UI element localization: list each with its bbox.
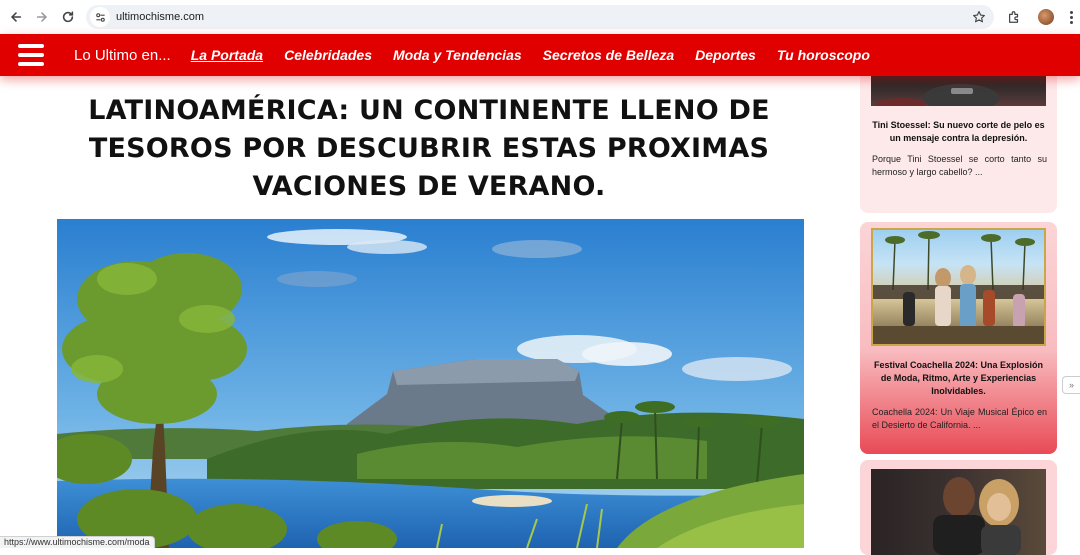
article-title: LATINOAMÉRICA: UN CONTINENTE LLENO DE TE… (88, 95, 770, 202)
hamburger-icon[interactable] (18, 44, 44, 66)
browser-toolbar: ultimochisme.com (0, 0, 1080, 34)
site-brand[interactable]: Lo Ultimo en... (74, 47, 171, 64)
forward-arrow-icon[interactable] (29, 4, 55, 30)
nav-celebridades[interactable]: Celebridades (284, 47, 372, 63)
sidebar-card[interactable]: Tini Stoessel: Su nuevo corte de pelo es… (860, 60, 1057, 213)
nav-la-portada[interactable]: La Portada (191, 47, 263, 63)
nav-deportes[interactable]: Deportes (695, 47, 756, 63)
article-hero-image (57, 219, 804, 548)
card-title[interactable]: Festival Coachella 2024: Una Explosión d… (870, 359, 1047, 398)
kebab-menu-icon[interactable] (1062, 5, 1080, 29)
reload-icon[interactable] (55, 4, 81, 30)
card-description: Porque Tini Stoessel se corto tanto su h… (872, 154, 1047, 177)
star-icon[interactable] (972, 10, 986, 24)
nav-secretos-belleza[interactable]: Secretos de Belleza (543, 47, 675, 63)
sidebar-card[interactable]: Festival Coachella 2024: Una Explosión d… (860, 222, 1057, 454)
card-image[interactable] (871, 228, 1046, 346)
nav-moda-tendencias[interactable]: Moda y Tendencias (393, 47, 522, 63)
card-image[interactable] (871, 469, 1046, 555)
card-description: Coachella 2024: Un Viaje Musical Épico e… (872, 407, 1047, 430)
address-bar[interactable]: ultimochisme.com (86, 5, 994, 29)
back-arrow-icon[interactable] (3, 4, 29, 30)
url-text[interactable]: ultimochisme.com (116, 11, 204, 23)
main-nav: La Portada Celebridades Moda y Tendencia… (191, 47, 891, 63)
status-bar-link: https://www.ultimochisme.com/moda (0, 536, 155, 548)
card-title[interactable]: Tini Stoessel: Su nuevo corte de pelo es… (870, 119, 1047, 145)
profile-avatar[interactable] (1038, 9, 1054, 25)
puzzle-icon[interactable] (1002, 5, 1026, 29)
side-collapse-tab[interactable]: » (1062, 376, 1080, 394)
sidebar-card[interactable] (860, 460, 1057, 555)
site-info-icon[interactable] (90, 7, 110, 27)
site-header: Lo Ultimo en... La Portada Celebridades … (0, 34, 1080, 76)
nav-horoscopo[interactable]: Tu horoscopo (777, 47, 870, 63)
